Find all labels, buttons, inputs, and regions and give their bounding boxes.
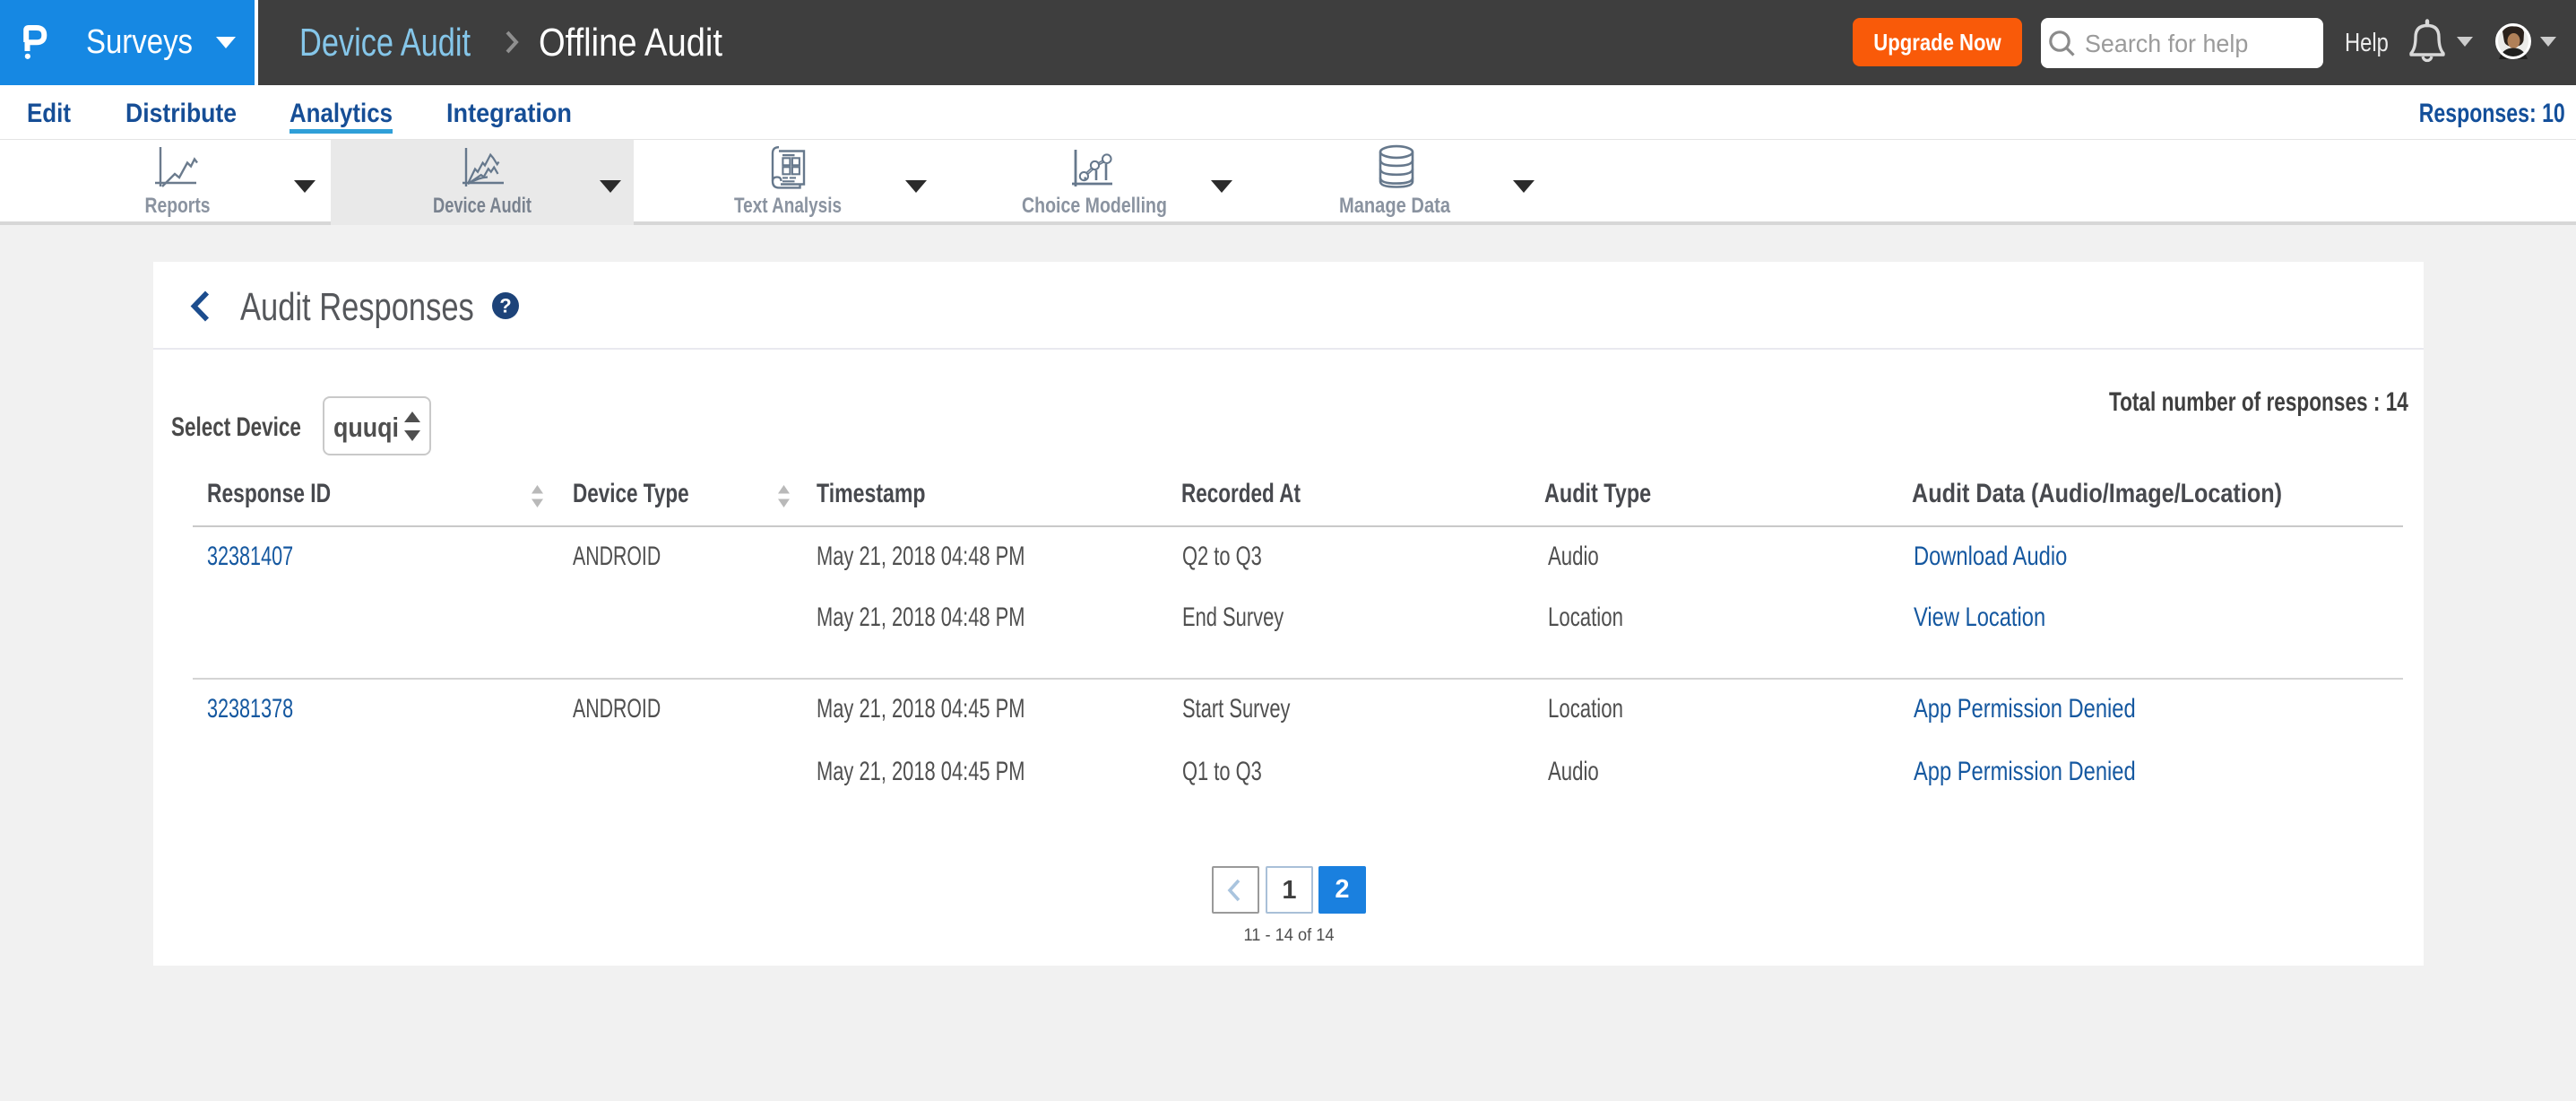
svg-text:?: ? xyxy=(499,295,511,317)
